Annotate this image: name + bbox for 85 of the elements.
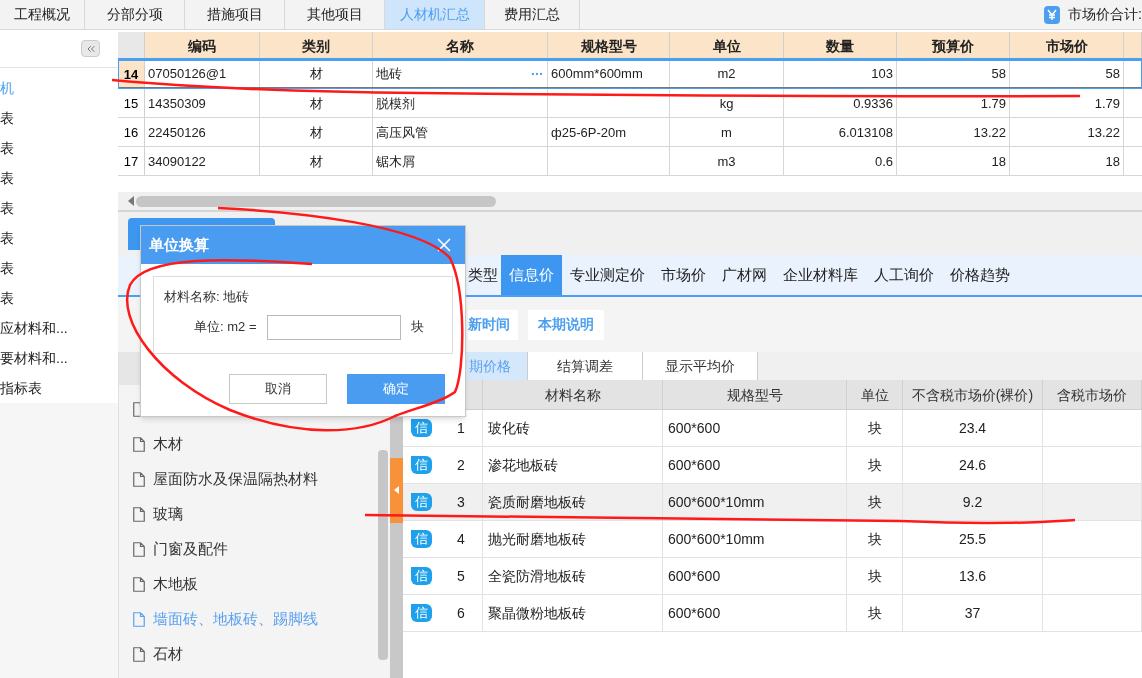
info-badge: 信 [411,604,432,622]
table-cell-text: 6.013108 [838,123,893,142]
table-cell-text: 1.79 [980,94,1006,113]
table-cell-text: 0.6 [874,152,893,171]
table-cell-text: 块 [867,418,882,438]
table-cell-text: 600mm*600mm [551,65,643,83]
column-header: 单位 [670,32,784,58]
table-cell-text: 瓷质耐磨地板砖 [488,492,586,512]
table-cell-text: 58 [1105,65,1120,83]
unit-suffix: 块 [410,318,424,337]
table-cell-text: 高压风管 [376,123,428,142]
table-cell-text: m3 [717,152,736,171]
column-header: 类别 [260,32,373,58]
table-cell-text: 渗花地板砖 [488,455,558,475]
table-cell-text: 脱模剂 [376,94,415,113]
table-cell-text: 58 [991,65,1006,83]
column-header: 单位 [847,380,903,409]
table-cell-text: 14350309 [148,94,206,113]
row-number: 6 [457,603,465,623]
table-cell-text: 600*600 [668,418,721,438]
table-cell-text: 13.22 [973,123,1006,142]
table-cell-text: 玻化砖 [488,418,530,438]
info-badge: 信 [411,567,432,585]
table-cell-text: 13.22 [1087,123,1120,142]
table-cell-text: 全瓷防滑地板砖 [488,566,586,586]
info-badge: 信 [411,419,432,437]
table-cell-text: ф25-6P-20m [551,123,626,142]
material-name-label: 材料名称: 地砖 [164,288,251,306]
table-cell-text: 材 [309,65,323,83]
table-cell-text: 块 [867,492,882,512]
row-number: 4 [457,529,465,549]
table-cell-text: 34090122 [148,152,206,171]
column-header: 不含税市场价(裸价) [903,380,1043,409]
table-cell-text: 37 [964,603,981,623]
column-header: 数量 [784,32,897,58]
unit-label: 单位: m2 = [194,318,257,337]
table-cell-text: 块 [867,566,882,586]
row-number: 14 [118,60,145,87]
table-cell-text: 材 [309,94,323,113]
table-cell-text: 聚晶微粉地板砖 [488,603,586,623]
row-number: 3 [457,492,465,512]
table-cell-text: 600*600*10mm [668,529,765,549]
info-badge: 信 [411,530,432,548]
market-total-label: 市场价合计: [1068,5,1142,24]
table-cell-text: 13.6 [958,566,987,586]
table-cell-text: 1.79 [1094,94,1120,113]
table-cell-text: 23.4 [958,418,987,438]
table-cell-text: 材 [309,123,323,142]
column-header: 材料名称 [483,380,663,409]
table-cell-text: 材 [309,152,323,171]
row-number: 5 [457,566,465,586]
info-badge: 信 [411,456,432,474]
table-cell-text: 块 [867,529,882,549]
table-cell-text: kg [719,94,734,113]
table-cell-text: 600*600*10mm [668,492,765,512]
table-cell-text: 25.5 [958,529,987,549]
info-badge: 信 [411,493,432,511]
table-cell-text: 地砖 [376,65,402,83]
column-header: 预算价 [897,32,1010,58]
table-cell-text: 18 [991,152,1006,171]
table-cell-text: m2 [717,65,736,83]
table-cell-text: 600*600 [668,566,721,586]
table-cell-text: 22450126 [148,123,206,142]
table-cell-text: 24.6 [958,455,987,475]
table-cell-text: 0.9336 [853,94,893,113]
table-cell-text: 块 [867,455,882,475]
column-header: 市场价 [1010,32,1124,58]
column-header: 含税市场价 [1043,380,1142,409]
column-header: 规格型号 [548,32,670,58]
dialog-title: 单位换算 [149,234,209,255]
table-cell-text: 600*600 [668,455,721,475]
table-cell-text: 锯木屑 [376,152,415,171]
table-cell-text: 18 [1105,152,1120,171]
table-cell-text: 9.2 [962,492,983,512]
row-number: 1 [457,418,465,438]
table-cell-text: 07050126@1 [148,65,227,83]
table-cell-text: 块 [867,603,882,623]
table-cell-text: m [721,123,732,142]
table-cell-text: 抛光耐磨地板砖 [488,529,586,549]
row-number: 2 [457,455,465,475]
column-header: 编码 [145,32,260,58]
table-cell-text: 600*600 [668,603,721,623]
table-cell-text: 103 [871,65,893,83]
column-header: 名称 [373,32,548,58]
column-header: 规格型号 [663,380,847,409]
